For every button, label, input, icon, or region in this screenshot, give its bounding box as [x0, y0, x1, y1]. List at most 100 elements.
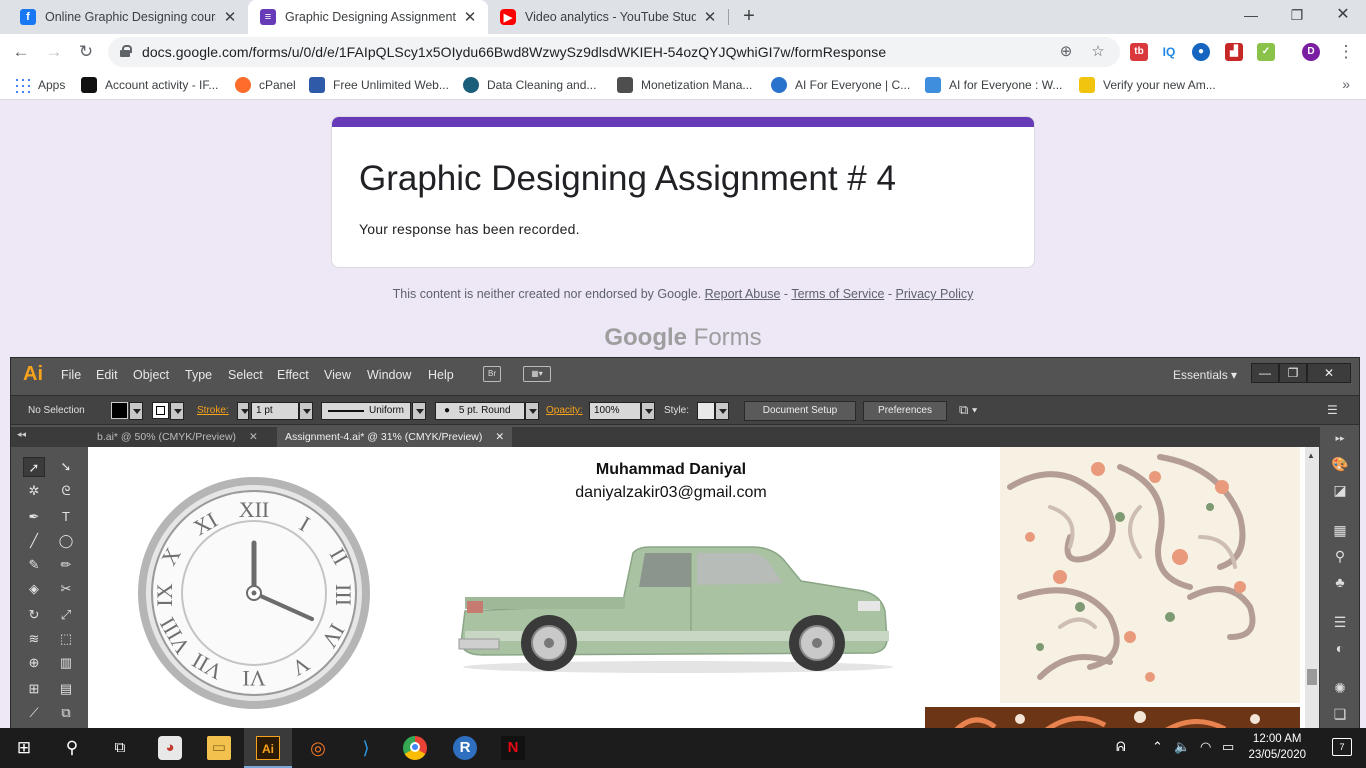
chrome-menu-icon[interactable]: ⋮ [1334, 40, 1358, 64]
profile-dropdown[interactable] [412, 402, 426, 420]
reload-button[interactable]: ↻ [74, 40, 98, 64]
file-explorer-icon[interactable]: ▭ [207, 736, 231, 760]
pickup-truck-illustration[interactable] [453, 539, 903, 679]
google-forms-logo[interactable]: Google Forms [0, 324, 1366, 352]
swatches-panel-icon[interactable]: ▦ [1330, 521, 1350, 539]
bookmark-account-activity[interactable]: Account activity - IF... [81, 76, 218, 94]
close-doc-icon[interactable]: ✕ [495, 431, 504, 443]
document-setup-button[interactable]: Document Setup [744, 401, 856, 421]
rotate-tool-icon[interactable]: ↻ [23, 605, 45, 625]
forward-button[interactable]: → [42, 40, 66, 64]
bridge-button[interactable]: Br [483, 366, 501, 382]
menu-view[interactable]: View [324, 368, 351, 382]
stroke-panel-icon[interactable]: ☰ [1330, 613, 1350, 631]
bookmark-verify-amazon[interactable]: Verify your new Am... [1079, 76, 1216, 94]
bookmark-ai-for-everyone-week[interactable]: AI for Everyone : W... [925, 76, 1062, 94]
battery-icon[interactable]: ▭ [1222, 739, 1234, 755]
action-center-icon[interactable]: 7 [1332, 738, 1352, 756]
opacity-label[interactable]: Opacity: [546, 405, 583, 416]
stroke-weight-dropdown[interactable] [299, 402, 313, 420]
line-tool-icon[interactable]: ╱ [23, 531, 45, 551]
graph-tool-icon[interactable]: ▥ [55, 653, 77, 673]
zoom-icon[interactable]: ⊕ [1056, 42, 1076, 62]
tab-google-forms[interactable]: ≡ Graphic Designing Assignment # ✕ [248, 0, 488, 34]
color-guide-panel-icon[interactable]: ◪ [1330, 481, 1350, 499]
tab-youtube-studio[interactable]: ▶ Video analytics - YouTube Studio ✕ [488, 0, 728, 34]
new-tab-button[interactable]: + [738, 5, 760, 27]
bookmark-cpanel[interactable]: cPanel [235, 76, 296, 94]
fill-swatch[interactable] [111, 402, 128, 419]
extension-check-icon[interactable]: ✓ [1257, 43, 1275, 61]
restore-button[interactable]: ❐ [1274, 0, 1320, 30]
address-bar[interactable]: docs.google.com/forms/u/0/d/e/1FAIpQLScy… [108, 37, 1120, 67]
ai-minimize-button[interactable]: — [1251, 363, 1279, 383]
bookmark-star-icon[interactable]: ☆ [1088, 42, 1108, 62]
collapse-tools-icon[interactable]: ◂◂ [17, 429, 26, 440]
task-view-icon[interactable]: ⧉ [108, 736, 132, 760]
style-dropdown[interactable] [715, 402, 729, 420]
fill-dropdown[interactable] [129, 402, 143, 420]
blend-tool-icon[interactable]: ⧉ [55, 703, 77, 723]
menu-file[interactable]: File [61, 368, 81, 382]
menu-effect[interactable]: Effect [277, 368, 309, 382]
menu-window[interactable]: Window [367, 368, 411, 382]
preferences-button[interactable]: Preferences [863, 401, 947, 421]
show-hidden-icons[interactable]: ⌃ [1152, 739, 1163, 755]
chrome-taskbar-icon[interactable] [403, 736, 427, 760]
bookmark-apps[interactable]: Apps [14, 76, 65, 94]
scale-tool-icon[interactable]: ⤢ [55, 605, 77, 625]
terms-link[interactable]: Terms of Service [791, 287, 884, 301]
doc-tab-b[interactable]: b.ai* @ 50% (CMYK/Preview) ✕ [89, 427, 266, 447]
floral-swirl-artwork[interactable] [1000, 447, 1300, 703]
eyedropper-tool-icon[interactable]: ⟋ [23, 703, 45, 723]
bookmark-free-unlimited-web[interactable]: Free Unlimited Web... [309, 76, 449, 94]
opacity-dropdown[interactable] [641, 402, 655, 420]
bookmark-data-cleaning[interactable]: Data Cleaning and... [463, 76, 596, 94]
clock-illustration[interactable]: XII I II III IV V VI VII VIII IX X XI [134, 473, 374, 713]
mesh-tool-icon[interactable]: ⊞ [23, 679, 45, 699]
jupyter-icon[interactable]: ◎ [306, 736, 330, 760]
symbols-panel-icon[interactable]: ♣ [1330, 573, 1350, 591]
stroke-label[interactable]: Stroke: [197, 405, 229, 416]
vscode-icon[interactable]: ⟩ [354, 736, 378, 760]
warp-tool-icon[interactable]: ≋ [23, 629, 45, 649]
windows-start-icon[interactable]: ⊞ [12, 736, 36, 760]
ellipse-tool-icon[interactable]: ◯ [55, 531, 77, 551]
system-clock[interactable]: 12:00 AM 23/05/2020 [1248, 731, 1306, 763]
volume-icon[interactable]: 🔈 [1174, 739, 1190, 755]
shape-builder-tool-icon[interactable]: ⊕ [23, 653, 45, 673]
magic-wand-tool-icon[interactable]: ✲ [23, 481, 45, 501]
report-abuse-link[interactable]: Report Abuse [705, 287, 781, 301]
brush-definition[interactable]: ● 5 pt. Round [435, 402, 525, 420]
profile-avatar[interactable]: D [1302, 43, 1320, 61]
menu-object[interactable]: Object [133, 368, 169, 382]
more-bookmarks-icon[interactable]: » [1342, 76, 1350, 92]
variable-width-profile[interactable]: Uniform [321, 402, 411, 420]
layers-panel-icon[interactable]: ❏ [1330, 705, 1350, 723]
expand-panels-icon[interactable]: ▸▸ [1330, 429, 1350, 447]
graphic-style-swatch[interactable] [697, 402, 715, 420]
selection-tool-icon[interactable]: ➚ [23, 457, 45, 477]
menu-select[interactable]: Select [228, 368, 263, 382]
ai-close-button[interactable]: ✕ [1307, 363, 1351, 383]
menu-edit[interactable]: Edit [96, 368, 118, 382]
arrange-icon[interactable]: ⧉ ▾ [959, 402, 977, 418]
workspace-switcher[interactable]: Essentials ▾ [1173, 368, 1237, 382]
graphic-styles-panel-icon[interactable]: ✺ [1330, 679, 1350, 697]
close-doc-icon[interactable]: ✕ [249, 431, 258, 443]
panel-menu-icon[interactable]: ☰ [1327, 403, 1338, 417]
people-icon[interactable]: ᕱ [1116, 739, 1126, 755]
brushes-panel-icon[interactable]: ⚲ [1330, 547, 1350, 565]
netflix-icon[interactable]: N [501, 736, 525, 760]
type-tool-icon[interactable]: T [55, 507, 77, 527]
ai-restore-button[interactable]: ❐ [1279, 363, 1307, 383]
menu-help[interactable]: Help [428, 368, 454, 382]
brush-dropdown[interactable] [525, 402, 539, 420]
appearance-panel-icon[interactable]: ◐ [1330, 639, 1350, 657]
bookmark-ai-for-everyone-coursera[interactable]: AI For Everyone | C... [771, 76, 910, 94]
privacy-link[interactable]: Privacy Policy [896, 287, 974, 301]
extension-chart-icon[interactable]: ▟ [1225, 43, 1243, 61]
close-tab-icon[interactable]: ✕ [702, 8, 718, 26]
close-window-button[interactable]: ✕ [1320, 0, 1366, 30]
extension-tb-icon[interactable]: tb [1130, 43, 1148, 61]
